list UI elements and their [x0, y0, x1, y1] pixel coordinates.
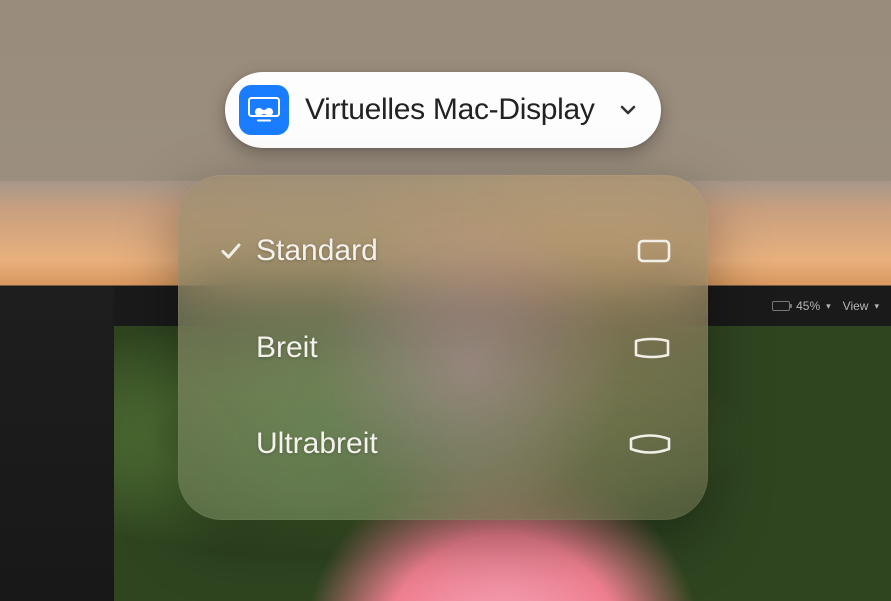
- scene-background: 45% ▾ View ▾ Virtuelles Mac-Display: [0, 0, 891, 601]
- dropdown-label: Virtuelles Mac-Display: [305, 93, 601, 127]
- option-ultrawide[interactable]: Ultrabreit: [214, 408, 672, 480]
- battery-icon: [772, 301, 790, 311]
- ratio-standard-icon: [628, 237, 672, 265]
- option-wide[interactable]: Breit: [214, 312, 672, 384]
- chevron-down-icon: ▾: [826, 301, 831, 312]
- chevron-down-icon: ▾: [874, 301, 879, 312]
- ratio-ultrawide-icon: [628, 431, 672, 457]
- check-icon: [214, 239, 248, 263]
- zoom-level-label[interactable]: 45%: [796, 299, 820, 313]
- display-ratio-popover: Standard Breit Ultrabreit: [178, 175, 708, 520]
- option-standard[interactable]: Standard: [214, 215, 672, 287]
- virtual-display-dropdown-button[interactable]: Virtuelles Mac-Display: [225, 72, 661, 148]
- option-label: Ultrabreit: [252, 427, 628, 461]
- option-label: Standard: [252, 234, 628, 268]
- vision-pro-display-icon: [239, 85, 289, 135]
- ratio-wide-icon: [628, 334, 672, 362]
- option-label: Breit: [252, 331, 628, 365]
- chevron-down-icon: [617, 99, 639, 121]
- view-menu-label[interactable]: View: [843, 299, 869, 313]
